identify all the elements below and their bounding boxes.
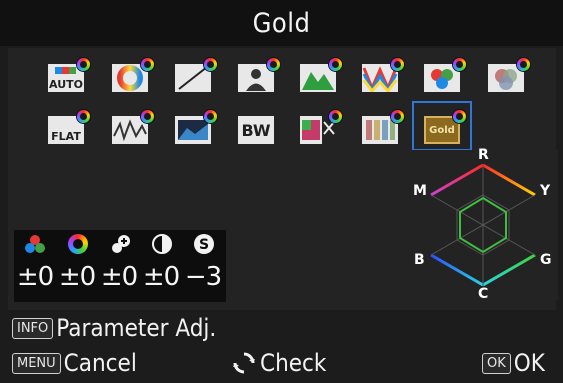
hex-label-m: M — [413, 183, 427, 199]
preset-vibrant[interactable] — [362, 58, 404, 94]
preset-cross-processing[interactable] — [300, 110, 342, 144]
customize-dot-icon — [391, 110, 404, 123]
preset-bright[interactable] — [175, 58, 217, 92]
page-title: Gold — [252, 7, 311, 39]
customize-dot-icon — [391, 58, 404, 71]
preset-landscape[interactable] — [300, 58, 342, 92]
hex-label-g: G — [540, 252, 552, 268]
customize-dot-icon — [204, 110, 217, 123]
customize-dot-icon — [267, 58, 280, 71]
customize-dot-icon — [204, 58, 217, 71]
cancel-hint[interactable]: MENU Cancel — [12, 347, 137, 379]
customize-dot-icon — [329, 110, 342, 123]
ok-hint[interactable]: OK OK — [482, 347, 545, 379]
contrast-value: ±0 — [142, 262, 180, 292]
sharpness-icon: S — [191, 232, 217, 256]
preset-natural[interactable] — [112, 58, 154, 92]
preset-fade[interactable] — [362, 110, 404, 144]
info-hint[interactable]: INFO Parameter Adj. — [12, 312, 216, 344]
hex-label-y: Y — [540, 183, 551, 199]
high-low-key-value: ±0 — [100, 262, 138, 292]
preset-monochrome[interactable]: BW — [238, 116, 274, 144]
high-low-key-icon — [107, 232, 133, 256]
ok-hint-text: OK — [513, 349, 545, 377]
preset-portrait[interactable] — [238, 58, 280, 92]
preset-gold[interactable]: Gold — [424, 110, 466, 144]
color-filter-hexagon: R Y G C B M — [408, 147, 558, 302]
ok-key: OK — [482, 352, 511, 374]
customize-dot-icon — [453, 58, 466, 71]
check-hint[interactable]: Check — [232, 347, 326, 379]
info-key: INFO — [12, 317, 54, 339]
customize-dot-icon — [77, 58, 90, 71]
title-bar: Gold — [0, 0, 563, 46]
info-hint-text: Parameter Adj. — [56, 314, 217, 342]
cancel-hint-text: Cancel — [63, 349, 137, 377]
sharpness-value: −3 — [184, 262, 222, 292]
parameter-adjustments: S ±0 ±0 ±0 ±0 −3 — [14, 230, 226, 302]
hex-label-r: R — [478, 147, 489, 163]
hue-value: ±0 — [58, 262, 96, 292]
preset-muted[interactable] — [488, 58, 530, 92]
rotate-dial-icon — [233, 352, 255, 374]
customize-dot-icon — [329, 58, 342, 71]
preset-bleach-bypass[interactable] — [112, 110, 154, 144]
preset-flat[interactable]: FLAT — [48, 110, 90, 144]
saturation-value: ±0 — [16, 262, 54, 292]
saturation-icon — [22, 232, 48, 256]
contrast-icon — [149, 232, 175, 256]
customize-dot-icon — [141, 110, 154, 123]
customize-dot-icon — [141, 58, 154, 71]
hex-label-b: B — [414, 252, 425, 268]
preset-auto[interactable]: AUTO — [48, 58, 90, 92]
hex-label-c: C — [478, 286, 489, 302]
hue-icon — [65, 232, 91, 256]
customize-dot-icon — [453, 110, 466, 123]
preset-radiant[interactable] — [424, 58, 466, 92]
preset-reversal-film[interactable] — [175, 110, 217, 144]
menu-key: MENU — [12, 352, 61, 374]
customize-dot-icon — [517, 58, 530, 71]
check-hint-text: Check — [260, 349, 327, 377]
svg-text:S: S — [199, 237, 209, 253]
customize-dot-icon — [77, 110, 90, 123]
